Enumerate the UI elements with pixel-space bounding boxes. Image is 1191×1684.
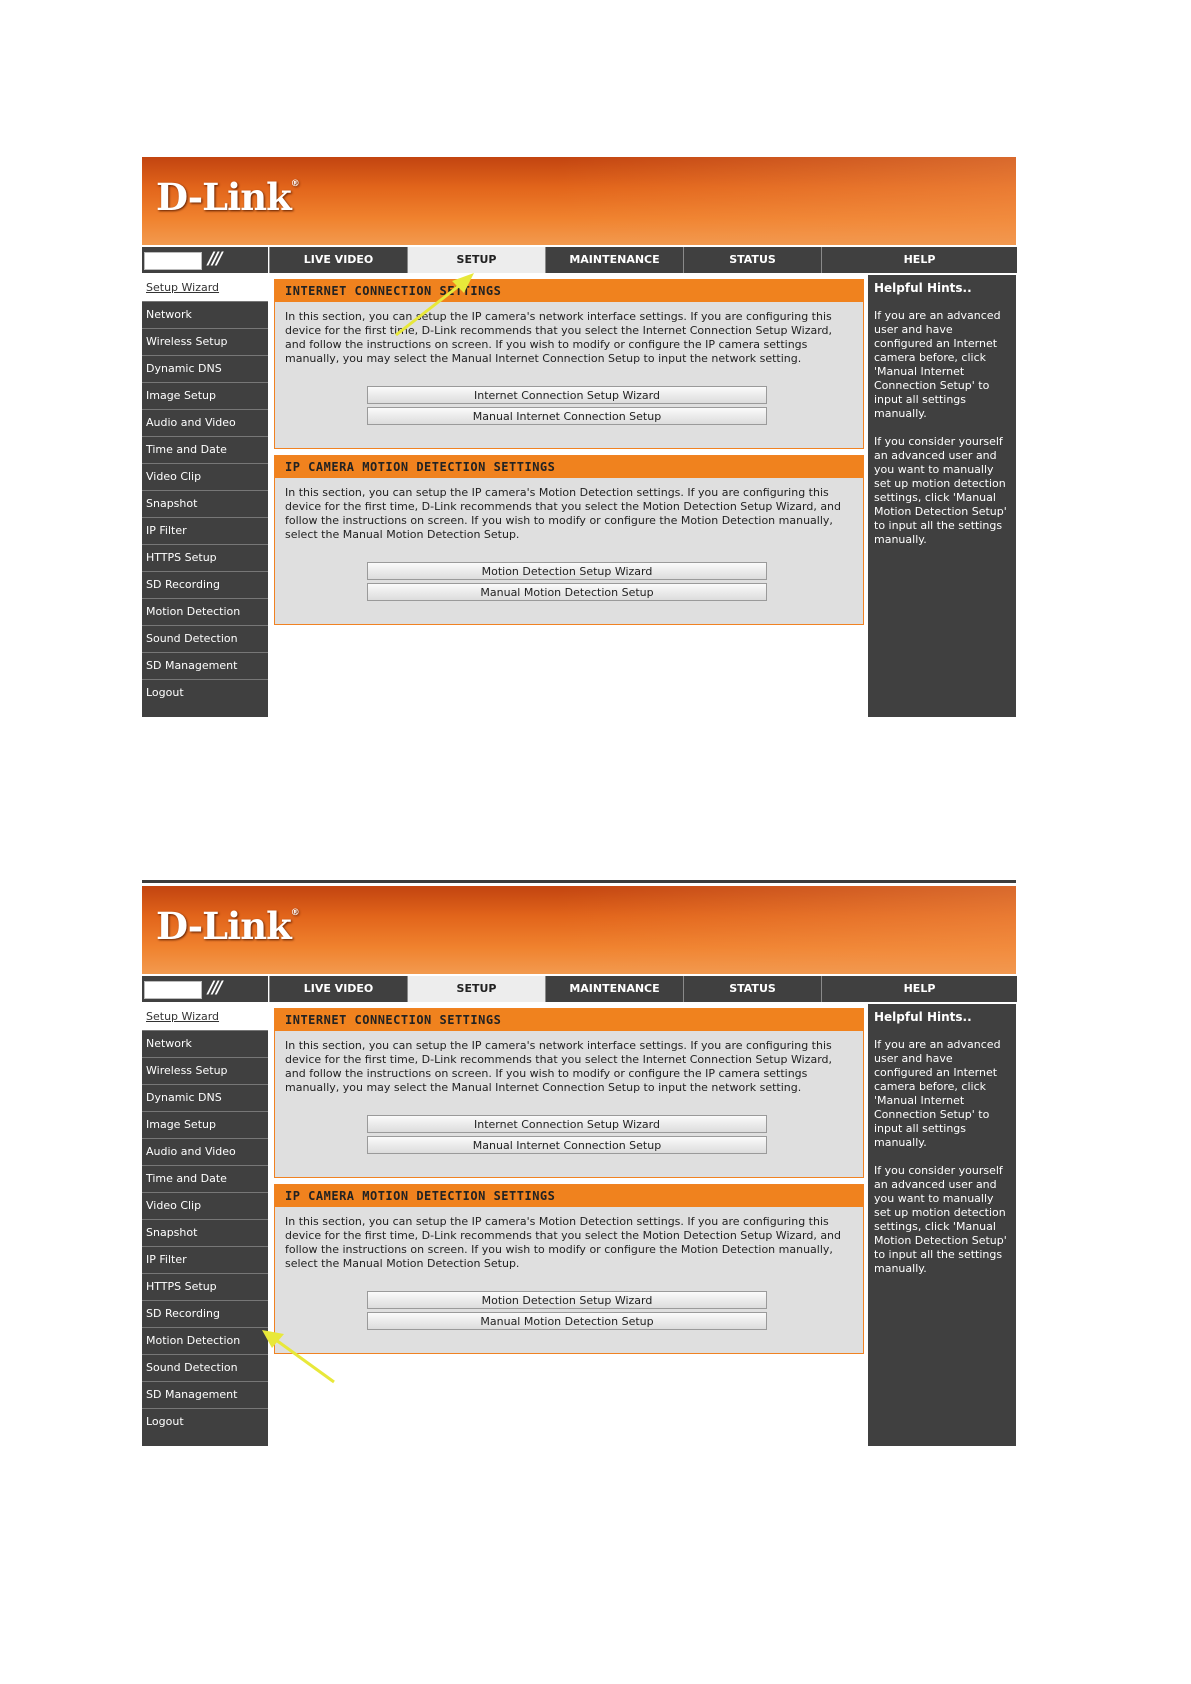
sidebar-item-https-setup[interactable]: HTTPS Setup (142, 1273, 268, 1299)
sidebar-item-logout[interactable]: Logout (142, 1408, 268, 1434)
hints-paragraph-1: If you are an advanced user and have con… (874, 309, 1001, 420)
sidebar-item-ip-filter[interactable]: IP Filter (142, 517, 268, 543)
helpful-hints-panel: Helpful Hints.. If you are an advanced u… (868, 1004, 1016, 1446)
hints-paragraph-1: If you are an advanced user and have con… (874, 1038, 1001, 1149)
internet-panel-text: In this section, you can setup the IP ca… (285, 310, 833, 365)
tab-help[interactable]: HELP (821, 976, 1017, 1002)
motion-setup-wizard-button[interactable]: Motion Detection Setup Wizard (367, 1291, 767, 1309)
helpful-hints-panel: Helpful Hints.. If you are an advanced u… (868, 275, 1016, 717)
main-content: INTERNET CONNECTION SETTINGS In this sec… (268, 1004, 878, 1446)
manual-motion-setup-button[interactable]: Manual Motion Detection Setup (367, 1312, 767, 1330)
sidebar-item-snapshot[interactable]: Snapshot (142, 490, 268, 516)
tab-maintenance[interactable]: MAINTENANCE (545, 247, 683, 273)
sidebar-item-video-clip[interactable]: Video Clip (142, 463, 268, 489)
sidebar-item-time-date[interactable]: Time and Date (142, 1165, 268, 1191)
sidebar-item-setup-wizard[interactable]: Setup Wizard (142, 275, 268, 301)
sidebar-item-logout[interactable]: Logout (142, 679, 268, 705)
sidebar-item-motion-detection[interactable]: Motion Detection (142, 598, 268, 624)
hints-title: Helpful Hints.. (874, 1010, 972, 1024)
sidebar: Setup Wizard Network Wireless Setup Dyna… (142, 275, 268, 717)
internet-setup-wizard-button[interactable]: Internet Connection Setup Wizard (367, 386, 767, 404)
sidebar-item-image-setup[interactable]: Image Setup (142, 382, 268, 408)
sidebar-item-snapshot[interactable]: Snapshot (142, 1219, 268, 1245)
sidebar-item-network[interactable]: Network (142, 301, 268, 327)
sidebar-item-network[interactable]: Network (142, 1030, 268, 1056)
sidebar-item-ip-filter[interactable]: IP Filter (142, 1246, 268, 1272)
sidebar: Setup Wizard Network Wireless Setup Dyna… (142, 1004, 268, 1446)
annotation-arrow-icon (262, 1330, 335, 1384)
screenshot-setup-page-1: D-Link® /// LIVE VIDEO SETUP MAINTENANCE… (142, 157, 1017, 717)
sidebar-item-wireless-setup[interactable]: Wireless Setup (142, 328, 268, 354)
dlink-logo: D-Link® (156, 175, 300, 219)
manual-internet-setup-button[interactable]: Manual Internet Connection Setup (367, 1136, 767, 1154)
internet-panel-title: INTERNET CONNECTION SETTINGS (275, 1009, 863, 1031)
manual-motion-setup-button[interactable]: Manual Motion Detection Setup (367, 583, 767, 601)
sidebar-item-image-setup[interactable]: Image Setup (142, 1111, 268, 1137)
tab-setup[interactable]: SETUP (407, 976, 545, 1002)
sidebar-item-audio-video[interactable]: Audio and Video (142, 1138, 268, 1164)
brand-box: /// (142, 976, 268, 1002)
internet-setup-wizard-button[interactable]: Internet Connection Setup Wizard (367, 1115, 767, 1133)
sidebar-item-sd-management[interactable]: SD Management (142, 1381, 268, 1407)
sidebar-item-sd-recording[interactable]: SD Recording (142, 571, 268, 597)
sidebar-item-sound-detection[interactable]: Sound Detection (142, 1354, 268, 1380)
motion-panel-title: IP CAMERA MOTION DETECTION SETTINGS (275, 456, 863, 478)
tab-live-video[interactable]: LIVE VIDEO (269, 247, 407, 273)
sidebar-item-dynamic-dns[interactable]: Dynamic DNS (142, 1084, 268, 1110)
tab-live-video[interactable]: LIVE VIDEO (269, 976, 407, 1002)
sidebar-item-setup-wizard[interactable]: Setup Wizard (142, 1004, 268, 1030)
tab-status[interactable]: STATUS (683, 247, 821, 273)
header-banner: D-Link® (142, 157, 1016, 245)
internet-panel-title: INTERNET CONNECTION SETTINGS (275, 280, 863, 302)
dlink-logo: D-Link® (156, 904, 300, 948)
motion-detection-panel: IP CAMERA MOTION DETECTION SETTINGS In t… (274, 1184, 864, 1354)
sidebar-item-https-setup[interactable]: HTTPS Setup (142, 544, 268, 570)
motion-panel-text: In this section, you can setup the IP ca… (285, 1215, 842, 1270)
internet-connection-panel: INTERNET CONNECTION SETTINGS In this sec… (274, 1008, 864, 1178)
hints-title: Helpful Hints.. (874, 281, 972, 295)
sidebar-item-sd-management[interactable]: SD Management (142, 652, 268, 678)
header-banner: D-Link® (142, 886, 1016, 974)
sidebar-item-motion-detection[interactable]: Motion Detection (142, 1327, 268, 1353)
screenshot-setup-page-2: D-Link® /// LIVE VIDEO SETUP MAINTENANCE… (142, 880, 1017, 1446)
brand-box: /// (142, 247, 268, 273)
hints-paragraph-2: If you consider yourself an advanced use… (874, 435, 1007, 546)
sidebar-item-dynamic-dns[interactable]: Dynamic DNS (142, 355, 268, 381)
motion-setup-wizard-button[interactable]: Motion Detection Setup Wizard (367, 562, 767, 580)
sidebar-item-video-clip[interactable]: Video Clip (142, 1192, 268, 1218)
motion-detection-panel: IP CAMERA MOTION DETECTION SETTINGS In t… (274, 455, 864, 625)
hints-paragraph-2: If you consider yourself an advanced use… (874, 1164, 1007, 1275)
sidebar-item-sd-recording[interactable]: SD Recording (142, 1300, 268, 1326)
internet-connection-panel: INTERNET CONNECTION SETTINGS In this sec… (274, 279, 864, 449)
top-nav: /// LIVE VIDEO SETUP MAINTENANCE STATUS … (142, 247, 1017, 273)
annotation-arrow-icon (395, 273, 474, 337)
tab-status[interactable]: STATUS (683, 976, 821, 1002)
motion-panel-text: In this section, you can setup the IP ca… (285, 486, 842, 541)
sidebar-item-audio-video[interactable]: Audio and Video (142, 409, 268, 435)
manual-internet-setup-button[interactable]: Manual Internet Connection Setup (367, 407, 767, 425)
motion-panel-title: IP CAMERA MOTION DETECTION SETTINGS (275, 1185, 863, 1207)
top-nav: /// LIVE VIDEO SETUP MAINTENANCE STATUS … (142, 976, 1017, 1002)
sidebar-item-wireless-setup[interactable]: Wireless Setup (142, 1057, 268, 1083)
main-content: INTERNET CONNECTION SETTINGS In this sec… (268, 275, 878, 717)
tab-maintenance[interactable]: MAINTENANCE (545, 976, 683, 1002)
sidebar-item-sound-detection[interactable]: Sound Detection (142, 625, 268, 651)
sidebar-item-time-date[interactable]: Time and Date (142, 436, 268, 462)
internet-panel-text: In this section, you can setup the IP ca… (285, 1039, 833, 1094)
tab-help[interactable]: HELP (821, 247, 1017, 273)
